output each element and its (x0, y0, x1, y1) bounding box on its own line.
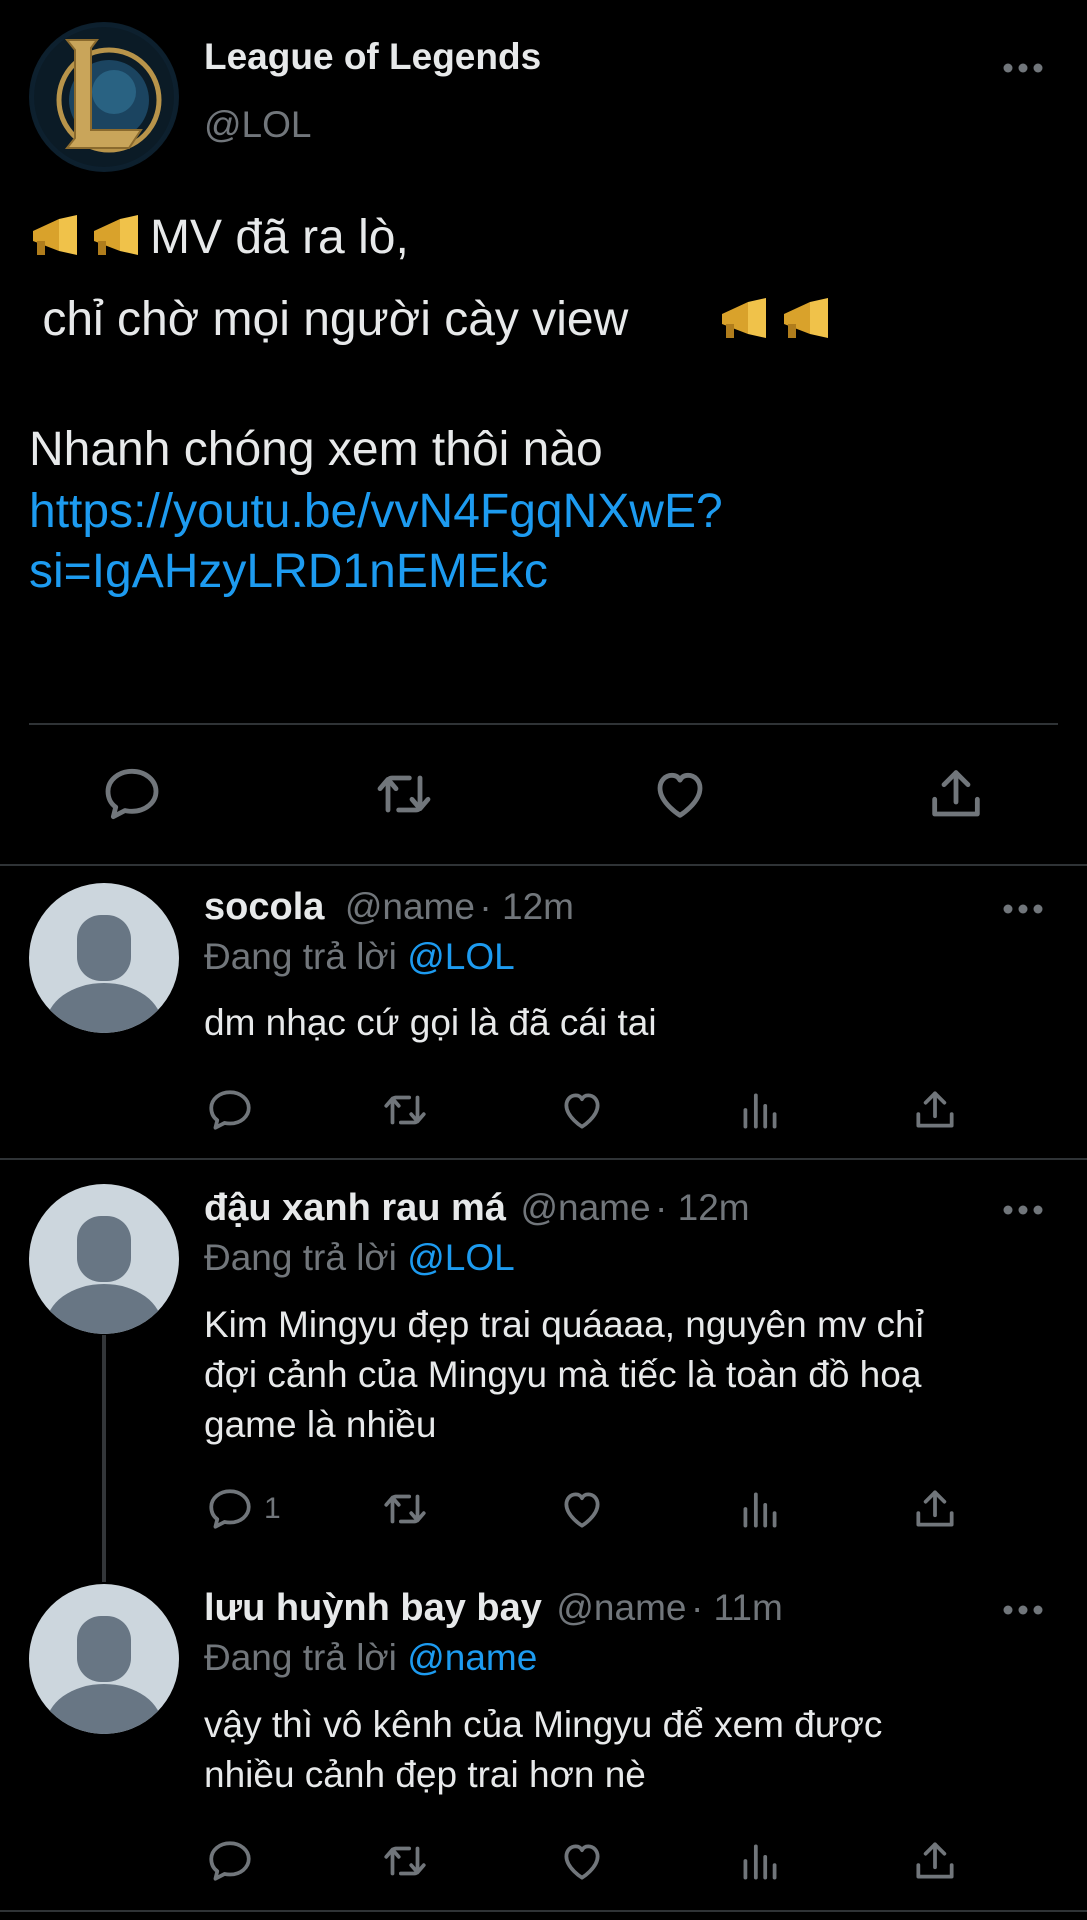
share-icon[interactable] (910, 1484, 960, 1534)
reply-time[interactable]: · 11m (691, 1587, 783, 1628)
more-options-icon[interactable] (1002, 903, 1044, 915)
replying-to: Đang trả lời @LOL (204, 1237, 515, 1279)
more-options-icon[interactable] (1002, 1604, 1044, 1616)
author-avatar[interactable] (29, 22, 179, 172)
reply-text-line: đợi cảnh của Mingyu mà tiếc là toàn đồ h… (204, 1354, 922, 1395)
reply-icon[interactable] (100, 762, 164, 826)
user-silhouette-icon (46, 1216, 162, 1334)
like-icon[interactable] (648, 762, 712, 826)
reply-author-name[interactable]: lưu huỳnh bay bay (204, 1587, 542, 1629)
reply-text-line: vậy thì vô kênh của Mingyu để xem được (204, 1704, 883, 1745)
like-icon[interactable] (557, 1836, 607, 1886)
mention-link[interactable]: @LOL (407, 936, 515, 977)
youtube-link[interactable]: https://youtu.be/vvN4FgqNXwE? (29, 482, 723, 542)
thread-connector (102, 1335, 106, 1582)
divider (0, 864, 1087, 866)
reply-icon[interactable] (205, 1836, 255, 1886)
more-options-icon[interactable] (1002, 62, 1044, 74)
replying-to: Đang trả lời @name (204, 1637, 537, 1679)
replying-label: Đang trả lời (204, 936, 397, 977)
author-handle[interactable]: @LOL (204, 104, 312, 146)
reply-header: lưu huỳnh bay bay @name · 11m (204, 1587, 783, 1630)
tweet-text-line: MV đã ra lò, (150, 211, 409, 264)
reply-author-name[interactable]: đậu xanh rau má (204, 1187, 506, 1229)
tweet-text-line: chỉ chờ mọi người cày view (29, 293, 642, 346)
default-avatar[interactable] (29, 1584, 179, 1734)
share-icon[interactable] (910, 1085, 960, 1135)
analytics-icon[interactable] (735, 1484, 785, 1534)
megaphone-icon (90, 215, 142, 259)
league-logo-icon (34, 27, 174, 167)
more-options-icon[interactable] (1002, 1204, 1044, 1216)
mention-link[interactable]: @LOL (407, 1237, 515, 1278)
mention-link[interactable]: @name (407, 1637, 537, 1678)
divider (29, 723, 1058, 725)
reply-text-line: nhiều cảnh đẹp trai hơn nè (204, 1754, 646, 1795)
default-avatar[interactable] (29, 1184, 179, 1334)
reply-author-name[interactable]: socola (204, 886, 324, 928)
reply-author-handle[interactable]: @name (345, 886, 475, 927)
reply-icon[interactable] (205, 1484, 255, 1534)
reply-header: đậu xanh rau má @name · 12m (204, 1187, 750, 1230)
retweet-icon[interactable] (380, 1085, 430, 1135)
reply-author-handle[interactable]: @name (520, 1187, 650, 1228)
analytics-icon[interactable] (735, 1085, 785, 1135)
default-avatar[interactable] (29, 883, 179, 1033)
reply-time[interactable]: · 12m (655, 1187, 750, 1228)
replying-label: Đang trả lời (204, 1637, 397, 1678)
user-silhouette-icon (46, 915, 162, 1033)
tweet-text-line: Nhanh chóng xem thôi nào (29, 423, 603, 476)
divider (0, 1910, 1087, 1912)
reply-text-line: game là nhiều (204, 1404, 437, 1445)
replying-label: Đang trả lời (204, 1237, 397, 1278)
author-name[interactable]: League of Legends (204, 36, 541, 78)
reply-text: dm nhạc cứ gọi là đã cái tai (204, 1002, 657, 1043)
replying-to: Đang trả lời @LOL (204, 936, 515, 978)
reply-count: 1 (264, 1492, 281, 1525)
megaphone-icon (718, 298, 770, 342)
reply-text-line: Kim Mingyu đẹp trai quáaaa, nguyên mv ch… (204, 1304, 924, 1345)
share-icon[interactable] (910, 1836, 960, 1886)
megaphone-icon (780, 298, 832, 342)
youtube-link[interactable]: si=IgAHzyLRD1nEMEkc (29, 542, 548, 602)
reply-time[interactable]: · 12m (479, 886, 574, 927)
retweet-icon[interactable] (372, 762, 436, 826)
like-icon[interactable] (557, 1085, 607, 1135)
reply-author-handle[interactable]: @name (556, 1587, 686, 1628)
like-icon[interactable] (557, 1484, 607, 1534)
retweet-icon[interactable] (380, 1836, 430, 1886)
reply-header: socola @name · 12m (204, 886, 574, 929)
retweet-icon[interactable] (380, 1484, 430, 1534)
share-icon[interactable] (924, 762, 988, 826)
reply-icon[interactable] (205, 1085, 255, 1135)
user-silhouette-icon (46, 1616, 162, 1734)
analytics-icon[interactable] (735, 1836, 785, 1886)
divider (0, 1158, 1087, 1160)
megaphone-icon (29, 215, 81, 259)
